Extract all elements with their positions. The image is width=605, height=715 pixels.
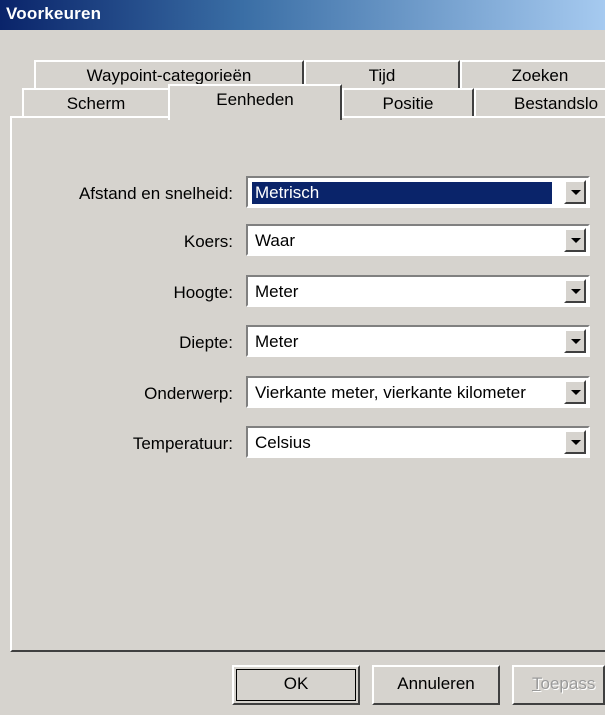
chevron-down-icon[interactable] bbox=[564, 228, 586, 252]
title-bar[interactable]: Voorkeuren bbox=[0, 0, 605, 30]
area-value: Vierkante meter, vierkante kilometer bbox=[255, 383, 526, 402]
ok-button[interactable]: OK bbox=[232, 665, 360, 705]
tab-zoeken[interactable]: Zoeken bbox=[460, 60, 605, 88]
tab-scherm[interactable]: Scherm bbox=[22, 88, 170, 116]
heading-select[interactable]: Waar bbox=[246, 224, 590, 256]
window-title: Voorkeuren bbox=[6, 4, 102, 23]
tab-positie[interactable]: Positie bbox=[342, 88, 474, 116]
tab-eenheden[interactable]: Eenheden bbox=[168, 84, 342, 120]
depth-select[interactable]: Meter bbox=[246, 325, 590, 357]
chevron-down-icon[interactable] bbox=[564, 279, 586, 303]
cancel-button[interactable]: Annuleren bbox=[372, 665, 500, 705]
apply-button-label: oepass bbox=[540, 674, 596, 693]
area-label: Onderwerp: bbox=[144, 384, 233, 403]
temperature-value: Celsius bbox=[255, 433, 311, 452]
altitude-label: Hoogte: bbox=[173, 283, 233, 302]
area-select[interactable]: Vierkante meter, vierkante kilometer bbox=[246, 376, 590, 408]
chevron-down-icon[interactable] bbox=[564, 430, 586, 454]
heading-value: Waar bbox=[255, 231, 295, 250]
temperature-select[interactable]: Celsius bbox=[246, 426, 590, 458]
distance-speed-label: Afstand en snelheid: bbox=[78, 184, 233, 203]
chevron-down-icon[interactable] bbox=[564, 329, 586, 353]
chevron-down-icon[interactable] bbox=[564, 380, 586, 404]
tab-bestandslocaties[interactable]: Bestandslo bbox=[474, 88, 605, 116]
heading-label: Koers: bbox=[183, 232, 233, 251]
distance-speed-select[interactable]: Metrisch bbox=[246, 176, 590, 208]
depth-label: Diepte: bbox=[179, 333, 233, 352]
depth-value: Meter bbox=[255, 332, 299, 351]
apply-button[interactable]: Toepass bbox=[512, 665, 605, 705]
altitude-select[interactable]: Meter bbox=[246, 275, 590, 307]
apply-button-mnemonic: T bbox=[532, 674, 541, 693]
distance-speed-value: Metrisch bbox=[252, 182, 552, 204]
altitude-value: Meter bbox=[255, 282, 299, 301]
chevron-down-icon[interactable] bbox=[564, 180, 586, 204]
temperature-label: Temperatuur: bbox=[132, 434, 233, 453]
